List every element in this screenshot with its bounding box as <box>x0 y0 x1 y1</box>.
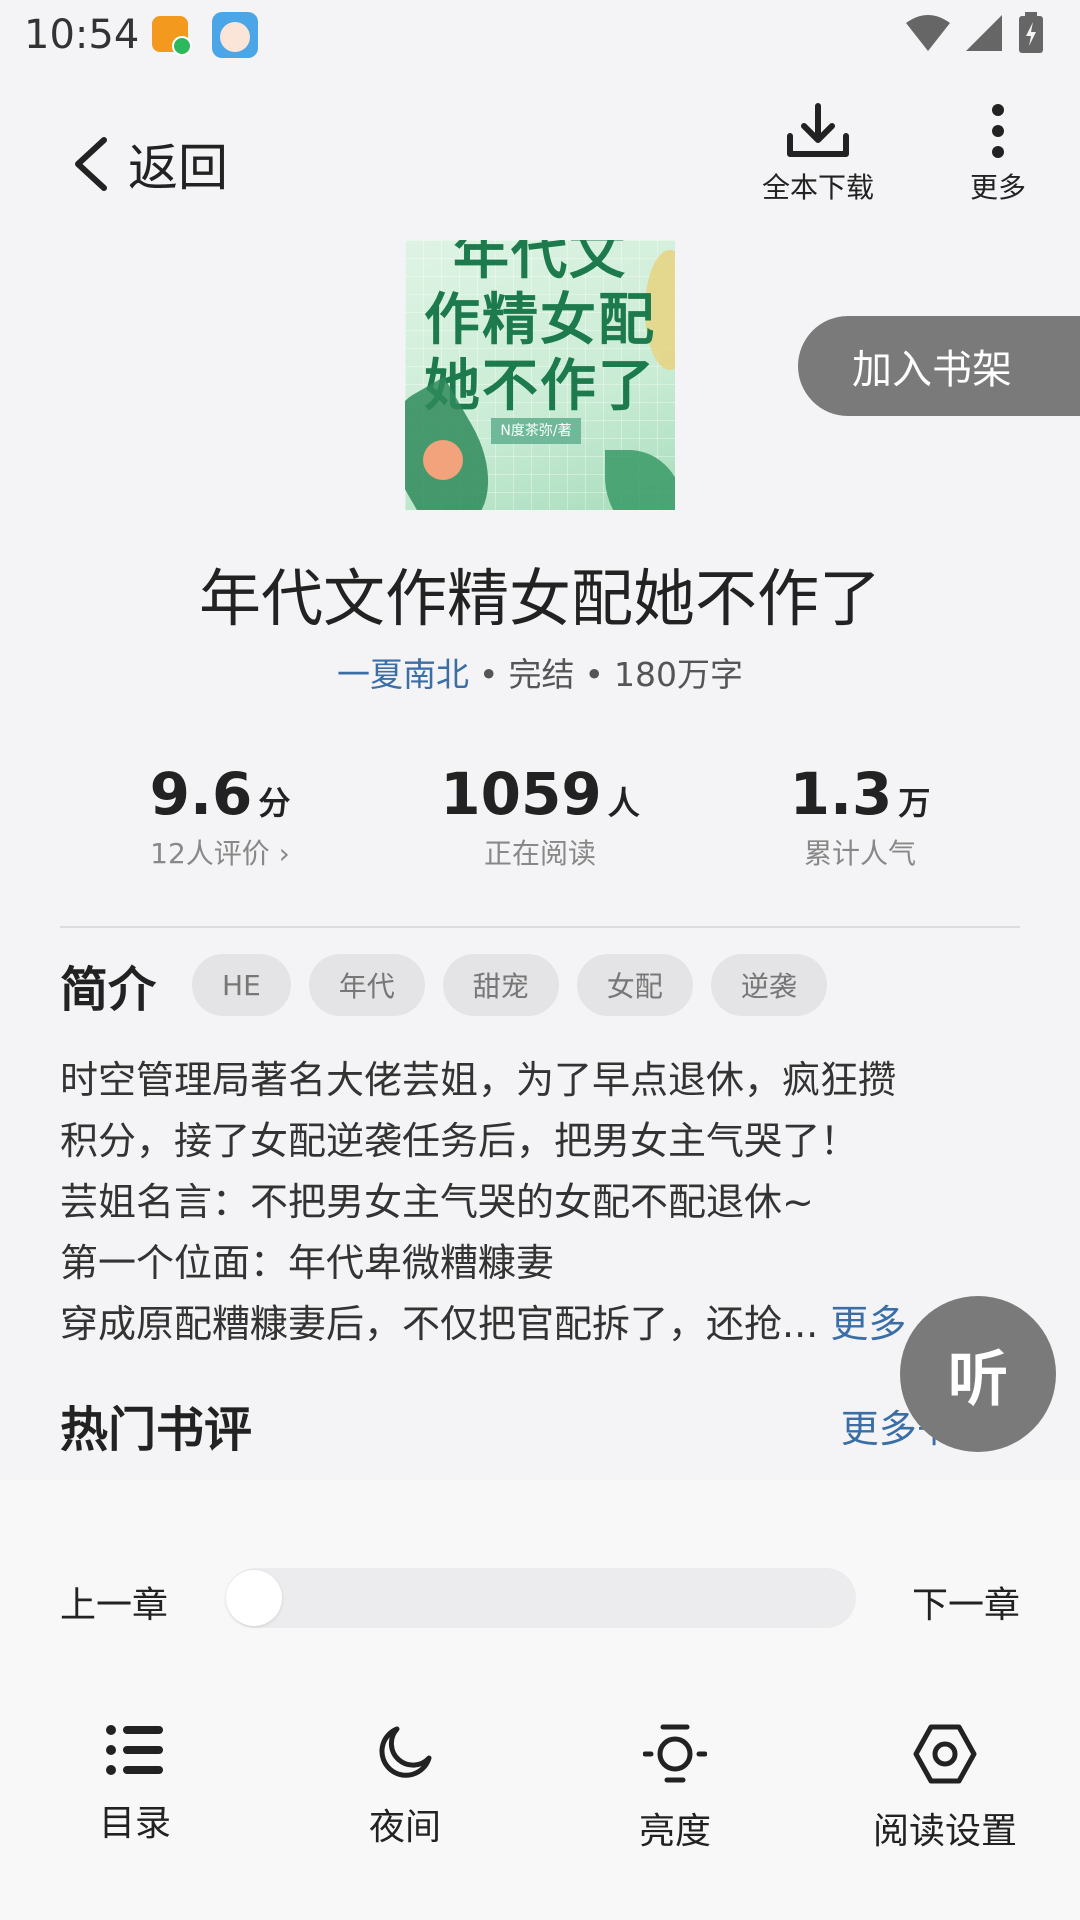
word-count: 180万字 <box>613 655 743 694</box>
meta-separator: • <box>479 655 499 694</box>
expand-intro-link[interactable]: 更多 <box>830 1302 906 1346</box>
intro-line: 芸姐名言：不把男女主气哭的女配不配退休~ <box>60 1180 814 1224</box>
meta-separator: • <box>584 655 604 694</box>
download-all-button[interactable]: 全本下载 <box>762 102 874 206</box>
book-stats: 9.6 分 12人评价 › 1059 人 正在阅读 1.3 万 累计人气 <box>60 760 1020 880</box>
popularity-value: 1.3 <box>789 760 893 828</box>
next-chapter-button[interactable]: 下一章 <box>912 1576 1020 1628</box>
tag-chip[interactable]: 甜宠 <box>442 954 559 1016</box>
reviews-title: 热门书评 <box>60 1402 253 1458</box>
readers-stat: 1059 人 正在阅读 <box>410 760 670 872</box>
cover-author-tag: N度茶弥/著 <box>491 418 581 444</box>
tag-chip[interactable]: 逆袭 <box>710 954 827 1016</box>
more-button[interactable]: 更多 <box>970 102 1026 206</box>
intro-text: 时空管理局著名大佬芸姐，为了早点退休，疯狂攒 积分，接了女配逆袭任务后，把男女主… <box>60 1050 1020 1355</box>
author-link[interactable]: 一夏南北 <box>337 655 469 694</box>
avatar-notification-icon <box>212 12 258 58</box>
signal-icon <box>966 15 1002 51</box>
wifi-icon <box>906 15 950 51</box>
listen-button[interactable]: 听 <box>900 1296 1056 1452</box>
catalog-button[interactable]: 目录 <box>25 1724 245 1846</box>
catalog-label: 目录 <box>98 1803 171 1844</box>
moon-icon <box>379 1726 432 1778</box>
readers-label: 正在阅读 <box>483 837 596 870</box>
reading-settings-button[interactable]: 阅读设置 <box>835 1724 1055 1854</box>
reviews-header: 热门书评 更多书评 › <box>60 1390 1020 1460</box>
intro-line-last: 穿成原配糟糠妻后，不仅把官配拆了，还抢... 更多 <box>60 1294 1020 1355</box>
intro-line: 积分，接了女配逆袭任务后，把男女主气哭了！ <box>60 1119 859 1163</box>
chapter-navigation: 上一章 下一章 <box>60 1568 1020 1630</box>
download-all-label: 全本下载 <box>762 171 875 204</box>
reading-settings-label: 阅读设置 <box>872 1811 1017 1852</box>
chevron-right-icon: › <box>278 837 290 870</box>
intro-line: 第一个位面：年代卑微糟糠妻 <box>60 1241 555 1285</box>
brightness-label: 亮度 <box>638 1811 711 1852</box>
rating-value: 9.6 <box>149 760 253 828</box>
popularity-label: 累计人气 <box>803 837 916 870</box>
night-mode-button[interactable]: 夜间 <box>295 1724 515 1850</box>
back-button[interactable]: 返回 <box>70 128 228 200</box>
chapter-progress-slider[interactable] <box>226 1568 856 1628</box>
intro-line: 穿成原配糟糠妻后，不仅把官配拆了，还抢... <box>60 1302 819 1346</box>
status-icons <box>906 12 1044 54</box>
app-notification-icon <box>152 16 192 56</box>
reader-menu-panel: 上一章 下一章 目录 夜间 亮度 阅读设置 <box>0 1480 1080 1920</box>
readers-value: 1059 <box>440 760 602 828</box>
popularity-unit: 万 <box>898 784 931 822</box>
hexagon-settings-icon <box>913 1724 977 1784</box>
chevron-left-icon <box>75 137 107 191</box>
status-time: 10:54 <box>24 12 140 58</box>
book-title: 年代文作精女配她不作了 <box>198 562 881 635</box>
popularity-stat: 1.3 万 累计人气 <box>730 760 990 872</box>
back-label: 返回 <box>128 139 228 197</box>
top-bar: 返回 全本下载 更多 <box>0 72 1080 240</box>
rating-stat[interactable]: 9.6 分 12人评价 › <box>90 760 350 872</box>
prev-chapter-button[interactable]: 上一章 <box>60 1576 168 1628</box>
intro-line: 时空管理局著名大佬芸姐，为了早点退休，疯狂攒 <box>60 1058 897 1102</box>
download-icon <box>787 103 849 157</box>
more-label: 更多 <box>970 171 1027 204</box>
more-vertical-icon <box>992 104 1004 158</box>
cover-title-line2: 作精女配 <box>424 288 656 353</box>
reader-toolbar: 目录 夜间 亮度 阅读设置 <box>0 1724 1080 1864</box>
book-detail-content: 年代文 作精女配 她不作了 N度茶弥/著 加入书架 年代文作精女配她不作了 一夏… <box>0 240 1080 1480</box>
cover-title-line1: 年代文 <box>453 240 627 287</box>
book-cover[interactable]: 年代文 作精女配 她不作了 N度茶弥/著 <box>405 240 675 510</box>
divider <box>60 926 1020 928</box>
rating-unit: 分 <box>258 784 291 822</box>
intro-header: 简介 HE 年代 甜宠 女配 逆袭 <box>60 952 1020 1018</box>
rating-count: 12人评价 <box>150 837 270 870</box>
intro-title: 简介 <box>60 962 157 1018</box>
battery-icon <box>1019 12 1043 53</box>
brightness-button[interactable]: 亮度 <box>565 1724 785 1854</box>
tag-chip[interactable]: HE <box>192 954 291 1016</box>
book-status: 完结 <box>508 655 575 694</box>
book-meta: 一夏南北 • 完结 • 180万字 <box>0 648 1080 696</box>
status-bar: 10:54 <box>0 0 1080 72</box>
night-mode-label: 夜间 <box>368 1807 441 1848</box>
progress-slider-thumb[interactable] <box>226 1570 282 1626</box>
readers-unit: 人 <box>607 784 640 822</box>
tag-chip[interactable]: 女配 <box>576 954 693 1016</box>
cover-flower <box>423 440 463 480</box>
list-icon <box>106 1725 163 1775</box>
add-to-shelf-button[interactable]: 加入书架 <box>798 316 1080 416</box>
bulb-icon <box>643 1724 707 1783</box>
tag-chip[interactable]: 年代 <box>308 954 425 1016</box>
